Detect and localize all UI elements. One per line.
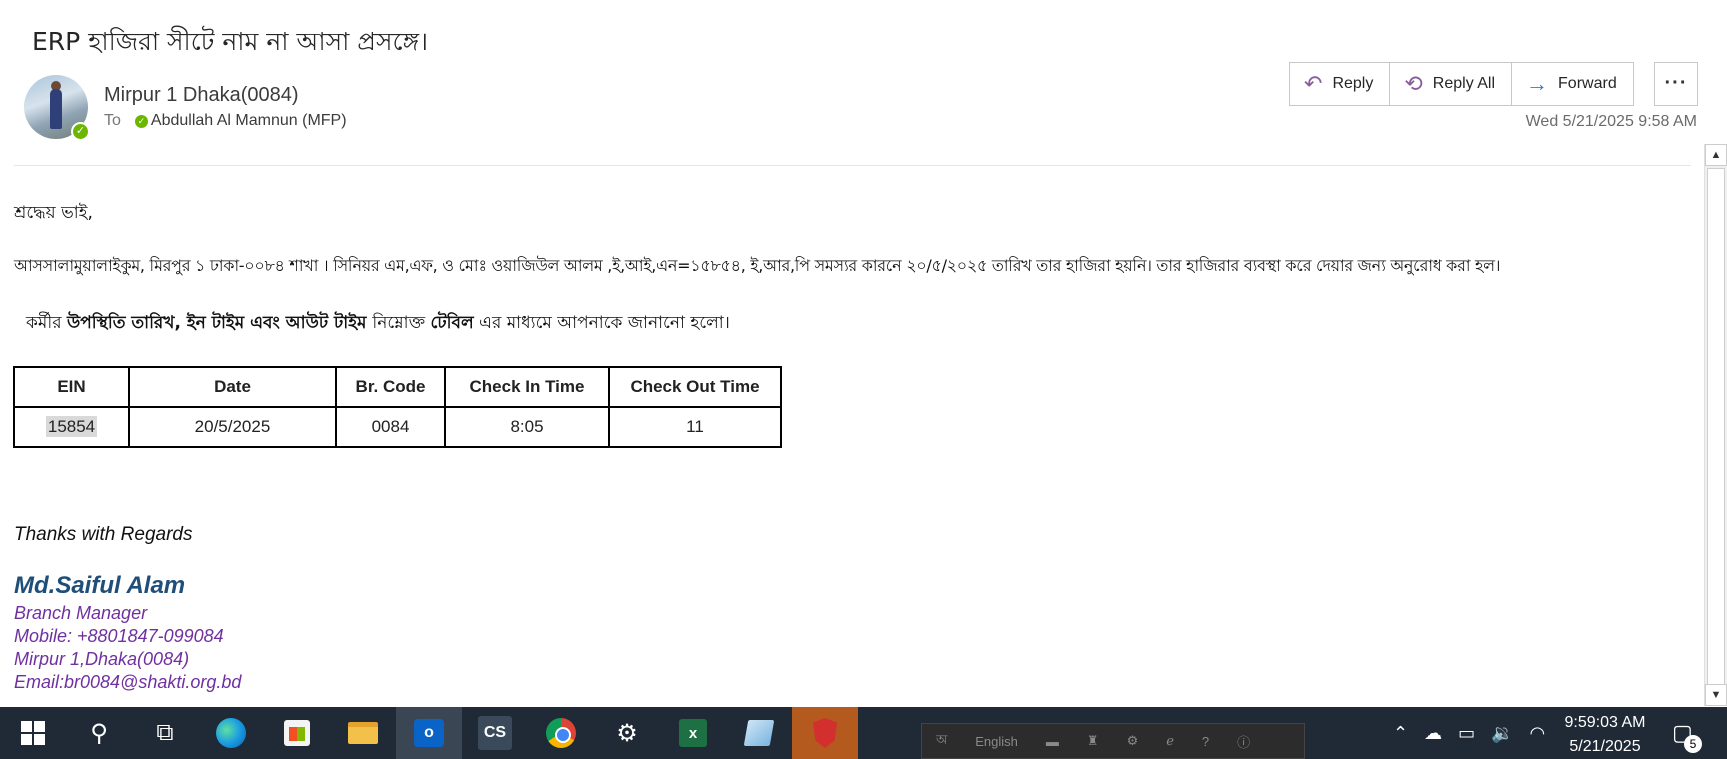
received-datetime: Wed 5/21/2025 9:58 AM — [1525, 113, 1697, 130]
scroll-down-arrow-icon[interactable]: ▼ — [1705, 684, 1727, 706]
para2-bold-fields: উপস্থিতি তারিখ, ইন টাইম এবং আউট টাইম — [66, 313, 373, 333]
language-label[interactable]: English — [975, 734, 1018, 749]
attendance-table: EIN Date Br. Code Check In Time Check Ou… — [13, 366, 782, 448]
email-subject: ERP হাজিরা সীটে নাম না আসা প্রসঙ্গে। — [32, 27, 429, 56]
presence-available-icon: ✓ — [71, 122, 90, 141]
recipient-row: To ✓ Abdullah Al Mamnun (MFP) — [104, 112, 347, 130]
header-ein: EIN — [13, 366, 130, 408]
message-actions: ↶ Reply ⟲ Reply All → Forward — [1289, 62, 1634, 106]
tools-icon[interactable]: ♜ — [1087, 733, 1099, 749]
para2-part-c: নিম্নোক্ত — [372, 313, 431, 333]
reply-button[interactable]: ↶ Reply — [1290, 63, 1391, 105]
more-actions-button[interactable]: ··· — [1654, 62, 1698, 106]
chrome-icon[interactable] — [528, 707, 594, 759]
notes-app-icon[interactable] — [726, 707, 792, 759]
store-icon[interactable] — [264, 707, 330, 759]
cell-ein: 15854 — [13, 406, 130, 448]
reply-label: Reply — [1332, 75, 1374, 92]
cell-br-code: 0084 — [335, 406, 446, 448]
outlook-icon[interactable]: o — [396, 707, 462, 759]
cell-date: 20/5/2025 — [128, 406, 337, 448]
to-label: To — [104, 112, 121, 129]
scroll-up-arrow-icon[interactable]: ▲ — [1705, 144, 1727, 166]
table-header-row: EIN Date Br. Code Check In Time Check Ou… — [13, 366, 782, 408]
settings-gear-icon[interactable]: ⚙ — [594, 707, 660, 759]
keyboard-icon[interactable]: ▬ — [1046, 734, 1059, 749]
cell-check-in: 8:05 — [444, 406, 610, 448]
signature-mobile: Mobile: +8801847-099084 — [14, 626, 224, 646]
forward-arrow-icon: → — [1526, 71, 1549, 96]
help-icon[interactable]: ? — [1202, 734, 1209, 749]
edge-icon[interactable] — [198, 707, 264, 759]
recipient-presence-icon: ✓ — [134, 114, 148, 128]
body-paragraph-1: আসসালামুয়ালাইকুম, মিরপুর ১ ঢাকা-০০৮৪ শা… — [14, 256, 1501, 275]
clock-date: 5/21/2025 — [1569, 738, 1641, 755]
header-br-code: Br. Code — [335, 366, 446, 408]
body-paragraph-2: কর্মীর উপস্থিতি তারিখ, ইন টাইম এবং আউট ট… — [26, 310, 730, 338]
reply-arrow-icon: ↶ — [1304, 71, 1323, 96]
info-icon[interactable]: ⓘ — [1237, 732, 1250, 751]
task-view-icon[interactable]: ⧉ — [132, 707, 198, 759]
system-tray: ⌃ ☁ ▭ 🔉 ◠ — [1385, 707, 1553, 759]
reply-all-label: Reply All — [1432, 75, 1496, 92]
cs-app-icon[interactable]: CS — [462, 707, 528, 759]
file-explorer-icon[interactable] — [330, 707, 396, 759]
battery-icon[interactable]: ▭ — [1458, 723, 1475, 744]
avatar-body — [50, 89, 62, 129]
para2-part-a: কর্মীর — [26, 313, 67, 333]
signature-title: Branch Manager — [14, 603, 148, 623]
header-check-in: Check In Time — [444, 366, 610, 408]
cell-check-out: 11 — [608, 406, 782, 448]
sender-name[interactable]: Mirpur 1 Dhaka(0084) — [104, 84, 299, 107]
table-row: 15854 20/5/2025 0084 8:05 11 — [13, 406, 782, 448]
header-divider — [14, 165, 1691, 166]
signature-branch: Mirpur 1,Dhaka(0084) — [14, 649, 190, 669]
greeting-text: শ্রদ্ধেয় ভাই, — [14, 203, 93, 223]
ein-value: 15854 — [45, 416, 98, 437]
onedrive-error-icon[interactable]: ☁ — [1424, 723, 1442, 744]
windows-start-icon[interactable] — [0, 707, 66, 759]
forward-label: Forward — [1558, 75, 1617, 92]
show-hidden-icons-chevron-icon[interactable]: ⌃ — [1393, 723, 1408, 744]
scroll-thumb[interactable] — [1707, 168, 1725, 698]
signature-email[interactable]: Email:br0084@shakti.org.bd — [14, 672, 241, 693]
forward-button[interactable]: → Forward — [1512, 63, 1633, 105]
reply-all-arrow-icon: ⟲ — [1404, 71, 1423, 96]
volume-icon[interactable]: 🔉 — [1491, 723, 1513, 744]
para2-part-e: এর মাধ্যমে আপনাকে জানানো হলো। — [473, 313, 730, 333]
header-date: Date — [128, 366, 337, 408]
browser-icon[interactable]: ℯ — [1166, 733, 1174, 749]
language-settings-icon[interactable]: ⚙ — [1127, 733, 1139, 749]
signature-thanks: Thanks with Regards — [14, 524, 193, 545]
vertical-scrollbar[interactable]: ▲ ▼ — [1704, 144, 1727, 706]
signature-name: Md.Saiful Alam — [14, 572, 186, 599]
reply-all-button[interactable]: ⟲ Reply All — [1390, 63, 1513, 105]
notification-count-badge: 5 — [1684, 735, 1702, 753]
language-bar[interactable]: অ English ▬ ♜ ⚙ ℯ ? ⓘ — [921, 723, 1305, 759]
header-check-out: Check Out Time — [608, 366, 782, 408]
wifi-icon[interactable]: ◠ — [1530, 723, 1546, 744]
search-icon[interactable]: ⚲ — [66, 707, 132, 759]
excel-icon[interactable]: x — [660, 707, 726, 759]
taskbar-clock[interactable]: 9:59:03 AM 5/21/2025 — [1550, 711, 1660, 759]
para2-bold-table: টেবিল — [430, 313, 474, 333]
shield-app-icon[interactable] — [792, 707, 858, 759]
recipient-name[interactable]: Abdullah Al Mamnun (MFP) — [151, 112, 347, 130]
bangla-input-icon[interactable]: অ — [936, 731, 947, 752]
clock-time: 9:59:03 AM — [1564, 714, 1646, 731]
